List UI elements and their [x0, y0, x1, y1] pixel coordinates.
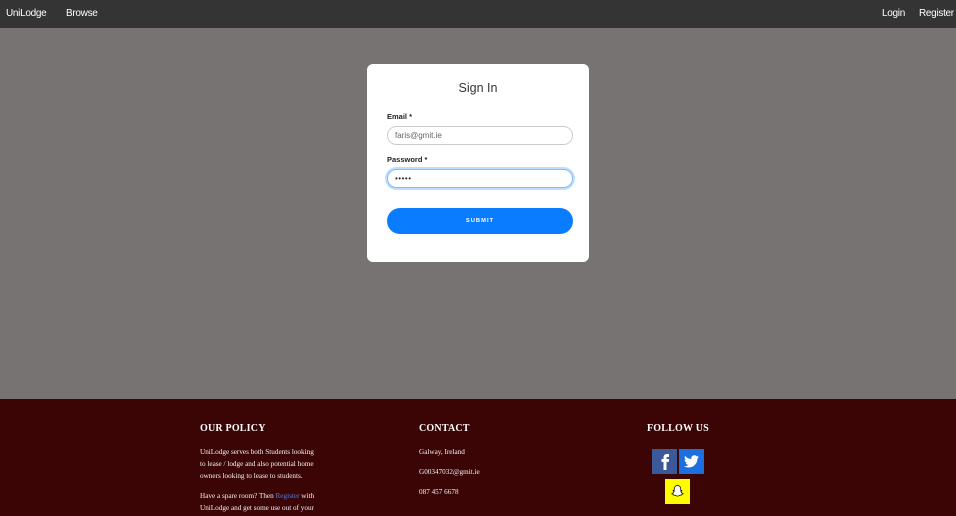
nav-browse-link[interactable]: Browse: [66, 8, 98, 19]
policy-text-before: Have a spare room? Then: [200, 492, 276, 500]
snapchat-icon[interactable]: [665, 479, 690, 504]
nav-register-link[interactable]: Register: [919, 8, 954, 19]
brand-link[interactable]: UniLodge: [6, 8, 47, 19]
policy-line: owners looking to lease to students.: [200, 472, 303, 480]
contact-phone: 087 457 6678: [419, 488, 459, 496]
nav-login-link[interactable]: Login: [882, 8, 905, 19]
contact-heading: CONTACT: [419, 423, 470, 434]
policy-text-after: with: [299, 492, 315, 500]
policy-text: UniLodge serves both Students looking to…: [200, 446, 314, 482]
policy-heading: OUR POLICY: [200, 423, 266, 434]
email-field[interactable]: faris@gmit.ie: [387, 126, 573, 145]
policy-line: to lease / lodge and also potential home: [200, 460, 314, 468]
twitter-icon[interactable]: [679, 449, 704, 474]
follow-heading: FOLLOW US: [647, 423, 709, 434]
navbar: UniLodge Browse Login Register: [0, 0, 956, 28]
signin-title: Sign In: [458, 81, 498, 95]
contact-email: G00347032@gmit.ie: [419, 468, 480, 476]
password-label: Password *: [387, 155, 428, 164]
facebook-icon[interactable]: [652, 449, 677, 474]
submit-button[interactable]: SUBMIT: [387, 208, 573, 234]
signin-card: Sign In Email * faris@gmit.ie Password *…: [367, 64, 589, 262]
footer-register-link[interactable]: Register: [276, 492, 300, 500]
policy-line: UniLodge serves both Students looking: [200, 448, 314, 456]
policy-line: UniLodge and get some use out of your: [200, 504, 314, 512]
email-label: Email *: [387, 112, 413, 121]
footer: OUR POLICY UniLodge serves both Students…: [0, 399, 956, 516]
contact-location: Galway, Ireland: [419, 448, 465, 456]
policy-register-text: Have a spare room? Then Register with Un…: [200, 490, 314, 514]
password-field[interactable]: •••••: [387, 169, 573, 188]
